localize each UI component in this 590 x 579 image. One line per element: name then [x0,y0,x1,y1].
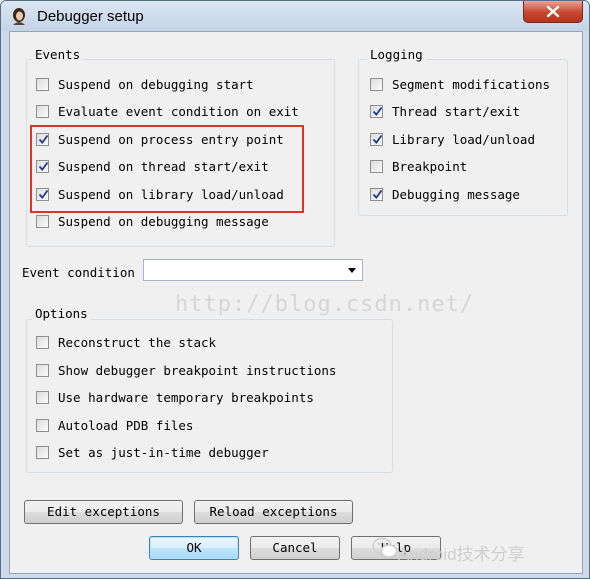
red-highlight-box [30,125,304,213]
logging-group-title: Logging [367,48,426,62]
title-bar: Debugger setup [1,1,589,31]
checkbox-box[interactable] [36,336,49,349]
reload-exceptions-button[interactable]: Reload exceptions [194,500,353,524]
checkbox-box[interactable] [370,133,383,146]
checkbox-box[interactable] [36,215,49,228]
checkmark-icon [372,189,383,200]
wechat-icon [372,537,398,558]
close-button[interactable] [523,1,583,23]
event-condition-combobox[interactable] [143,259,363,281]
app-icon [13,8,25,25]
checkbox-box[interactable] [370,188,383,201]
checkbox-box[interactable] [370,160,383,173]
checkbox-box[interactable] [36,391,49,404]
options-group-title: Options [32,307,91,321]
checkbox-box[interactable] [370,78,383,91]
event-condition-label: Event condition [22,265,135,280]
checkmark-icon [372,106,383,117]
checkbox-box[interactable] [36,78,49,91]
brand-watermark: Android技术分享 [398,545,525,564]
window-title: Debugger setup [37,8,144,25]
checkmark-icon [372,134,383,145]
checkbox-box[interactable] [36,419,49,432]
close-icon [546,5,560,18]
checkbox-box[interactable] [36,364,49,377]
events-group-title: Events [32,48,84,62]
url-watermark: http://blog.csdn.net/ [175,292,475,317]
edit-exceptions-button[interactable]: Edit exceptions [24,500,183,524]
cancel-button[interactable]: Cancel [250,536,340,560]
checkbox-box[interactable] [370,105,383,118]
checkbox-box[interactable] [36,446,49,459]
dropdown-arrow-icon[interactable] [348,268,356,273]
ok-button[interactable]: OK [149,536,239,560]
checkbox-box[interactable] [36,105,49,118]
